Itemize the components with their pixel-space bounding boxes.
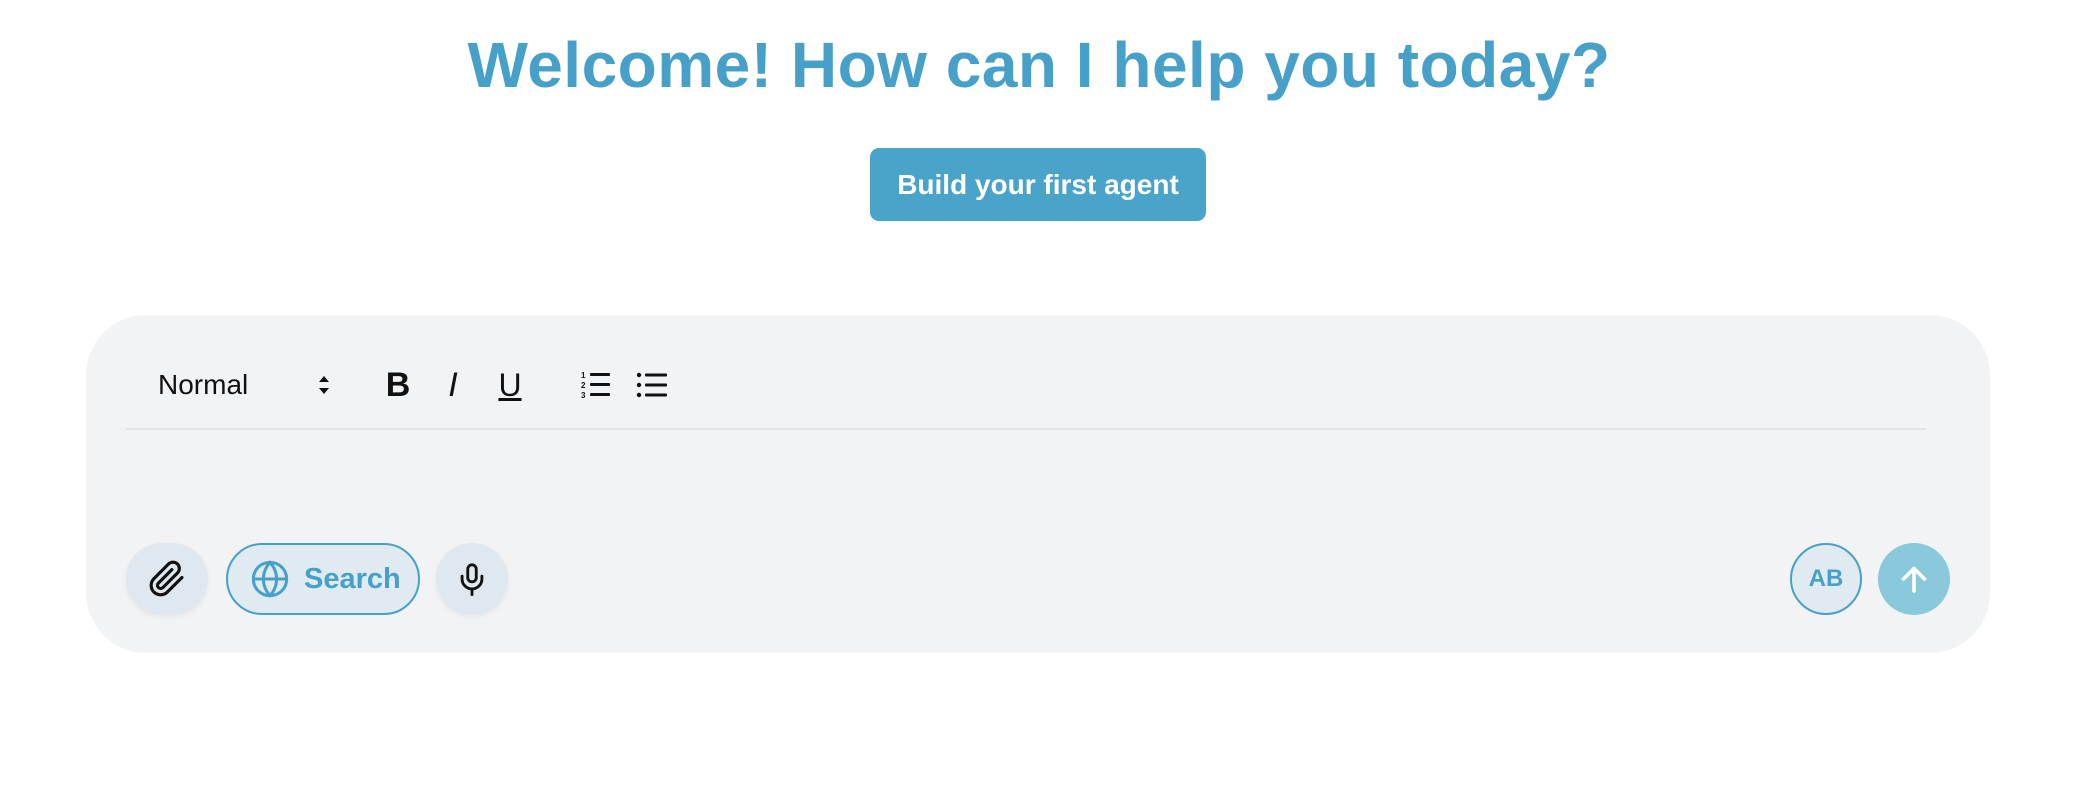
select-arrows-icon xyxy=(314,373,334,397)
ordered-list-button[interactable]: 1 2 3 xyxy=(574,363,618,407)
paperclip-icon xyxy=(149,560,184,597)
ordered-list-icon: 1 2 3 xyxy=(581,371,610,400)
build-first-agent-button[interactable]: Build your first agent xyxy=(870,148,1206,221)
svg-text:3: 3 xyxy=(581,391,586,400)
globe-icon xyxy=(251,560,289,598)
page-title: Welcome! How can I help you today? xyxy=(467,29,1611,101)
bold-button[interactable]: B xyxy=(376,363,420,407)
voice-input-button[interactable] xyxy=(436,543,508,615)
bullet-list-icon xyxy=(636,372,667,398)
bullet-list-button[interactable] xyxy=(630,363,674,407)
model-toggle-button[interactable]: AB xyxy=(1790,543,1862,615)
text-format-select[interactable]: Normal xyxy=(154,365,334,405)
microphone-icon xyxy=(460,563,484,596)
attach-button[interactable] xyxy=(126,543,208,615)
svg-text:2: 2 xyxy=(581,381,586,390)
text-format-select-value: Normal xyxy=(158,369,249,400)
page: Welcome! How can I help you today? Build… xyxy=(0,0,2078,798)
send-button[interactable] xyxy=(1878,543,1950,615)
italic-button[interactable]: I xyxy=(431,363,475,407)
search-label: Search xyxy=(304,562,401,595)
arrow-up-icon xyxy=(1901,566,1927,593)
svg-text:1: 1 xyxy=(581,371,586,380)
chat-composer: Normal B I U 1 2 3 Search AB xyxy=(86,315,1990,653)
web-search-toggle[interactable]: Search xyxy=(226,543,420,615)
underline-button[interactable]: U xyxy=(488,363,532,407)
formatting-toolbar: Normal B I U 1 2 3 xyxy=(126,345,1926,430)
message-editor[interactable] xyxy=(126,440,1926,520)
